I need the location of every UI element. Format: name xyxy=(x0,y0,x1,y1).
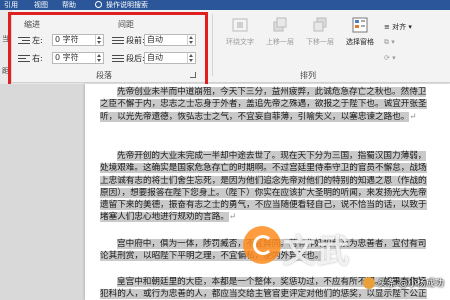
wrap-text-label: 环绕文字 xyxy=(226,38,254,46)
align-label: 对齐 xyxy=(392,23,407,31)
paragraph: 先帝开创的大业未完成一半却中途去世了。现在天下分为三国，指蜀汉国力薄弱，处境艰难… xyxy=(100,151,427,223)
wrap-text-icon xyxy=(232,18,248,32)
author-avatar-icon xyxy=(363,277,375,289)
author-credit: 头条 @小杨成功 xyxy=(378,279,444,289)
menu-bar: 引用 视图 帮助 操作说明搜索 xyxy=(0,0,450,10)
selection-pane-icon xyxy=(352,17,368,33)
bring-forward-label: 上移一层 xyxy=(266,38,294,46)
group-objects-button[interactable]: ⧉ ▾ xyxy=(384,38,395,47)
selection-pane-button[interactable]: 选择窗格 xyxy=(344,14,374,56)
lightbulb-icon xyxy=(95,1,102,8)
bring-forward-icon xyxy=(273,17,287,32)
menu-references[interactable]: 引用 xyxy=(4,0,18,10)
group-divider xyxy=(212,14,213,76)
paragraph-text: 先帝开创的大业未完成一半却中途去世了。现在天下分为三国，指蜀汉国力薄弱，处境艰难… xyxy=(100,151,427,223)
menu-view[interactable]: 视图 xyxy=(34,0,48,10)
selection-pane-label: 选择窗格 xyxy=(346,38,374,46)
watermark-text: 文武 xyxy=(283,232,352,270)
highlight-frame xyxy=(8,12,208,87)
send-backward-label: 下移一层 xyxy=(306,38,334,46)
arrange-group-label: 排列 xyxy=(300,71,316,80)
rotate-button[interactable]: ⟳ ▾ xyxy=(384,54,396,62)
send-backward-icon xyxy=(313,17,327,32)
menu-help[interactable]: 帮助 xyxy=(62,0,76,10)
paragraph-text: 先帝创业未半而中道崩殂，今天下三分，益州疲弊，此诚危急存亡之秋也。然侍卫之臣不懈… xyxy=(100,87,427,122)
wrap-text-button[interactable]: 环绕文字 xyxy=(224,14,254,56)
send-backward-button[interactable]: 下移一层 xyxy=(304,14,334,56)
bring-forward-button[interactable]: 上移一层 xyxy=(264,14,294,56)
watermark: 文武 xyxy=(243,222,373,282)
align-button[interactable]: ≡ 对齐 ▾ xyxy=(384,22,412,32)
paragraph: 先帝创业未半而中道崩殂，今天下三分，益州疲弊，此诚危急存亡之秋也。然侍卫之臣不懈… xyxy=(100,87,427,122)
tell-me-search[interactable]: 操作说明搜索 xyxy=(106,0,148,10)
align-icon: ≡ xyxy=(384,23,393,31)
watermark-logo-icon xyxy=(243,226,281,264)
